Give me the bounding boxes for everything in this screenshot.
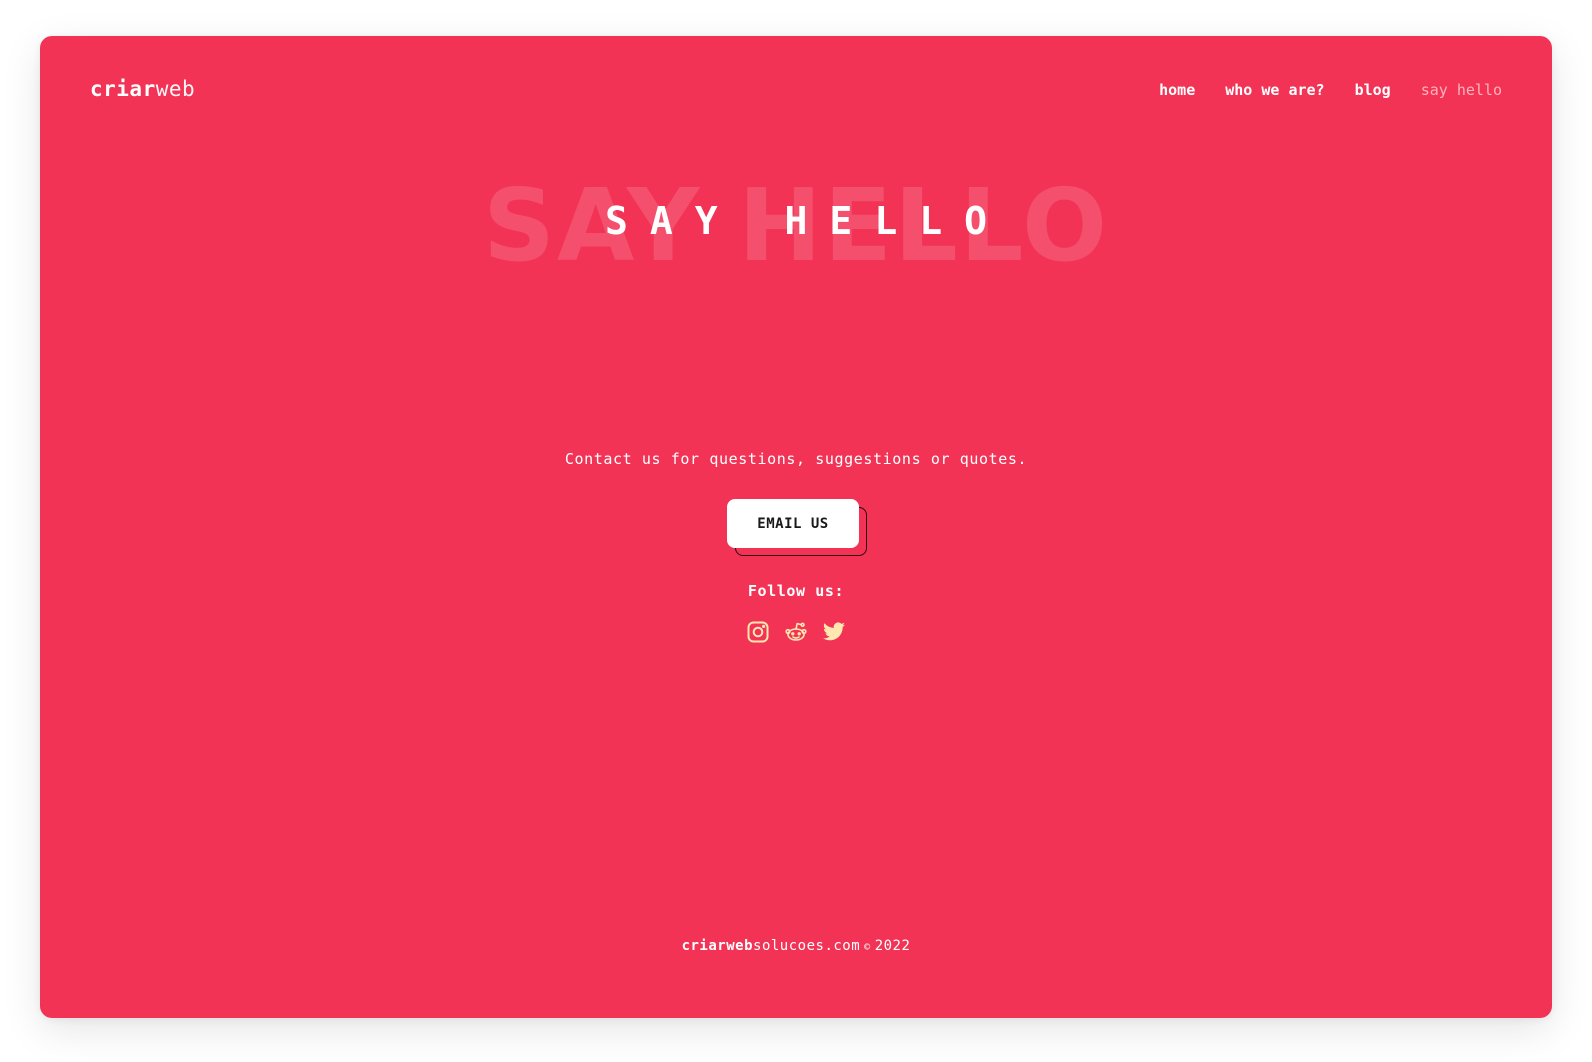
nav-item-blog[interactable]: blog	[1355, 80, 1391, 100]
copyright-symbol: ©	[864, 942, 871, 953]
page-card: criarweb home who we are? blog say hello…	[40, 36, 1552, 1018]
logo[interactable]: criarweb	[90, 75, 195, 103]
twitter-icon[interactable]	[822, 620, 846, 644]
logo-bold-text: criar	[90, 77, 156, 101]
instagram-icon[interactable]	[746, 620, 770, 644]
nav-item-home[interactable]: home	[1159, 80, 1195, 100]
nav-item-say-hello[interactable]: say hello	[1421, 80, 1502, 100]
reddit-icon[interactable]	[784, 620, 808, 644]
follow-us-label: Follow us:	[747, 582, 845, 600]
page-title: SAY HELLO	[605, 199, 1009, 243]
nav-item-who-we-are[interactable]: who we are?	[1225, 80, 1324, 100]
hero: SAY HELLO SAY HELLO	[40, 156, 1552, 296]
email-us-button[interactable]: EMAIL US	[727, 499, 859, 548]
main-nav: home who we are? blog say hello	[1159, 80, 1502, 100]
footer-year: 2022	[874, 938, 911, 954]
footer: criarwebsolucoes.com © 2022	[40, 936, 1552, 958]
email-button-wrap: EMAIL US	[727, 499, 867, 559]
contact-text: Contact us for questions, suggestions or…	[564, 450, 1028, 468]
social-links	[40, 620, 1552, 644]
footer-domain-rest: solucoes.com	[753, 938, 861, 954]
logo-light-text: web	[155, 77, 196, 101]
footer-domain-bold: criarweb	[681, 938, 754, 954]
